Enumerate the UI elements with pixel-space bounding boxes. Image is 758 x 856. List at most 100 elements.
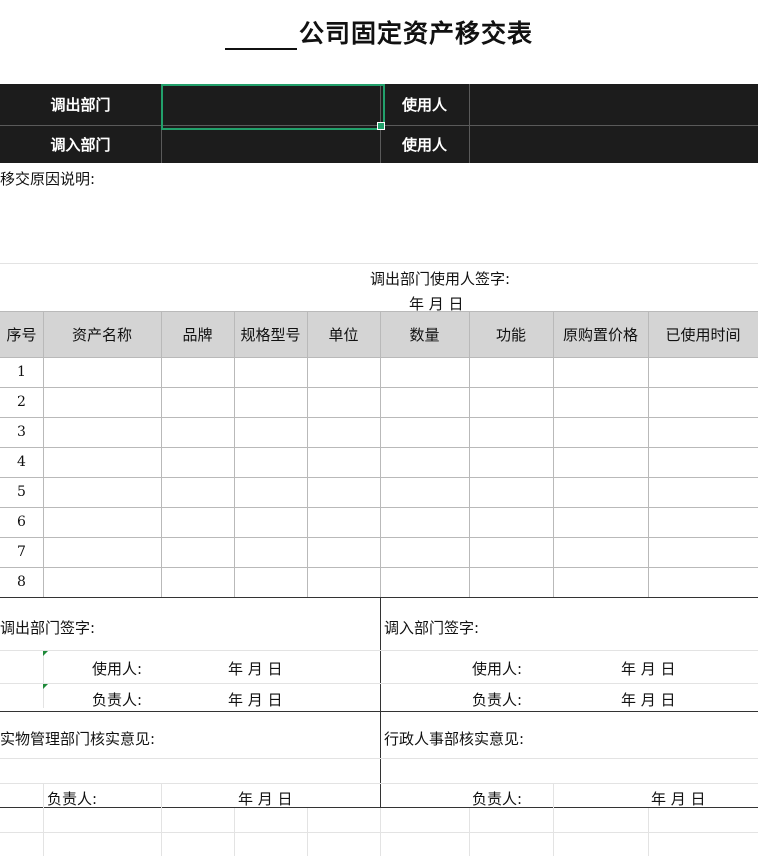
table-cell[interactable] <box>308 568 380 597</box>
column-header-label: 规格型号 <box>240 325 301 344</box>
table-cell[interactable] <box>235 508 307 537</box>
in-user-date: 年 月 日 <box>621 660 676 678</box>
table-cell[interactable] <box>649 538 758 567</box>
table-cell[interactable] <box>235 568 307 597</box>
in-dept-sign-label: 调入部门签字: <box>384 619 480 637</box>
table-cell[interactable] <box>649 358 758 387</box>
column-header: 数量 <box>380 311 469 357</box>
column-header: 序号 <box>0 311 43 357</box>
table-cell[interactable] <box>470 538 553 567</box>
table-cell[interactable] <box>470 418 553 447</box>
table-cell[interactable] <box>235 448 307 477</box>
table-cell[interactable] <box>554 448 648 477</box>
table-cell[interactable] <box>162 568 234 597</box>
table-cell[interactable] <box>308 448 380 477</box>
asset-mgmt-owner-date: 年 月 日 <box>238 790 293 808</box>
reason-label: 移交原因说明: <box>0 170 96 188</box>
row-number: 6 <box>17 514 26 530</box>
table-cell[interactable] <box>44 478 161 507</box>
in-owner-date: 年 月 日 <box>621 691 676 709</box>
table-cell[interactable] <box>44 568 161 597</box>
table-cell[interactable] <box>554 478 648 507</box>
table-cell[interactable] <box>649 418 758 447</box>
table-cell[interactable] <box>235 538 307 567</box>
in-dept-input-cell[interactable] <box>162 126 380 163</box>
table-cell[interactable] <box>162 508 234 537</box>
table-cell[interactable] <box>649 568 758 597</box>
table-cell[interactable] <box>381 508 469 537</box>
title-text: 公司固定资产移交表 <box>298 19 533 48</box>
table-cell[interactable] <box>44 448 161 477</box>
table-cell[interactable] <box>162 538 234 567</box>
table-cell[interactable] <box>554 508 648 537</box>
table-cell[interactable] <box>554 538 648 567</box>
table-cell[interactable] <box>554 568 648 597</box>
column-header-label: 序号 <box>6 325 37 344</box>
table-cell[interactable] <box>649 478 758 507</box>
in-user-input-cell[interactable] <box>470 126 758 163</box>
table-cell[interactable] <box>308 388 380 417</box>
row-number: 7 <box>17 544 26 560</box>
out-user-date: 年 月 日 <box>228 660 283 678</box>
column-header-label: 品牌 <box>182 325 213 344</box>
table-cell[interactable] <box>162 478 234 507</box>
column-header-label: 数量 <box>409 325 440 344</box>
table-cell[interactable] <box>381 358 469 387</box>
row-number: 5 <box>17 484 26 500</box>
out-dept-label: 调出部门 <box>0 84 161 125</box>
table-cell[interactable] <box>162 418 234 447</box>
table-cell[interactable] <box>470 568 553 597</box>
table-cell[interactable] <box>235 418 307 447</box>
table-cell[interactable] <box>381 418 469 447</box>
in-dept-label-text: 调入部门 <box>50 136 111 154</box>
table-cell[interactable] <box>162 388 234 417</box>
table-cell[interactable] <box>162 358 234 387</box>
table-cell[interactable] <box>381 478 469 507</box>
table-cell[interactable] <box>235 358 307 387</box>
column-header: 已使用时间 <box>648 311 758 357</box>
table-cell[interactable] <box>470 448 553 477</box>
table-cell[interactable] <box>470 478 553 507</box>
table-cell[interactable] <box>44 388 161 417</box>
company-name-blank <box>224 26 297 50</box>
table-cell[interactable] <box>308 358 380 387</box>
in-user-label-text: 使用人 <box>401 136 447 154</box>
table-cell[interactable] <box>44 538 161 567</box>
table-cell[interactable] <box>470 508 553 537</box>
table-cell[interactable] <box>235 478 307 507</box>
table-cell[interactable] <box>554 358 648 387</box>
table-cell[interactable] <box>649 508 758 537</box>
cell-comment-marker <box>43 651 48 656</box>
out-owner-label: 负责人: <box>92 691 143 709</box>
table-cell[interactable] <box>308 508 380 537</box>
page-title: 公司固定资产移交表 <box>0 14 758 54</box>
table-cell[interactable] <box>470 388 553 417</box>
table-cell[interactable] <box>381 568 469 597</box>
row-number: 2 <box>17 394 26 410</box>
table-cell[interactable] <box>470 358 553 387</box>
table-cell[interactable] <box>554 418 648 447</box>
table-cell[interactable] <box>554 388 648 417</box>
table-cell[interactable] <box>381 538 469 567</box>
fill-handle[interactable] <box>377 122 385 130</box>
asset-mgmt-owner-label: 负责人: <box>47 790 98 808</box>
table-cell[interactable] <box>649 388 758 417</box>
table-cell[interactable] <box>235 388 307 417</box>
table-cell[interactable] <box>44 358 161 387</box>
row-number: 3 <box>17 424 26 440</box>
table-cell[interactable] <box>44 418 161 447</box>
column-header-label: 功能 <box>495 325 526 344</box>
table-cell[interactable] <box>381 388 469 417</box>
table-cell[interactable] <box>44 508 161 537</box>
table-cell[interactable] <box>308 418 380 447</box>
table-cell[interactable] <box>381 448 469 477</box>
reason-input-area[interactable] <box>0 190 758 262</box>
hr-opinion-label: 行政人事部核实意见: <box>384 730 525 748</box>
column-header: 功能 <box>469 311 553 357</box>
column-header-label: 已使用时间 <box>665 325 741 344</box>
table-cell[interactable] <box>649 448 758 477</box>
table-cell[interactable] <box>162 448 234 477</box>
table-cell[interactable] <box>308 538 380 567</box>
out-user-input-cell[interactable] <box>470 85 758 125</box>
table-cell[interactable] <box>308 478 380 507</box>
